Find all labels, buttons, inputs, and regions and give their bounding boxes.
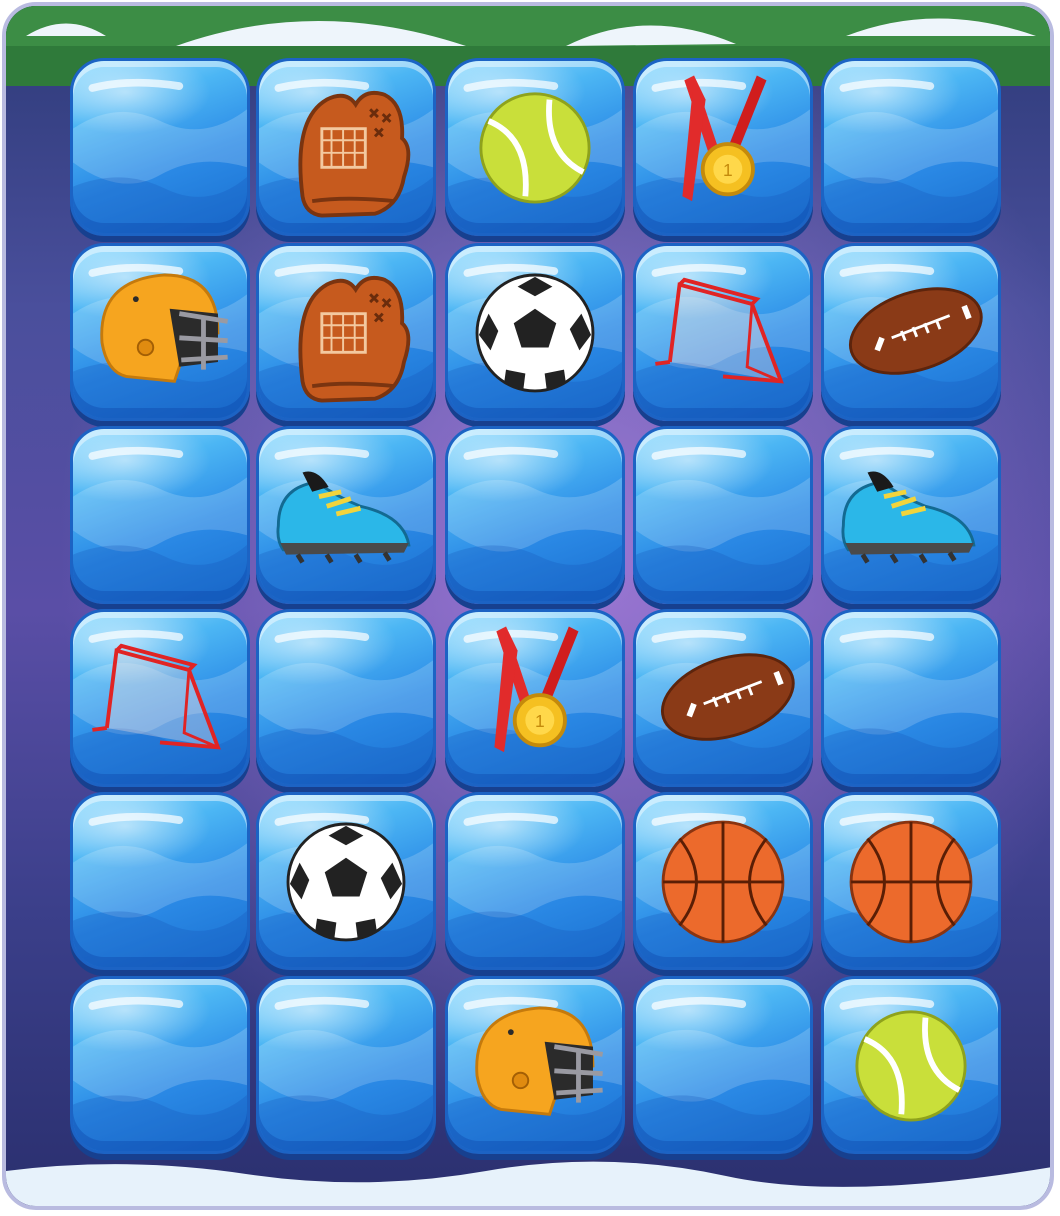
basketball-icon	[849, 820, 973, 944]
cleat-shoe-icon	[276, 471, 411, 564]
soccer-ball-icon	[286, 822, 406, 942]
tile-football-helmet[interactable]	[70, 243, 250, 421]
tile-american-football[interactable]	[633, 609, 813, 787]
tile-american-football[interactable]	[821, 243, 1001, 421]
tile-basketball[interactable]	[633, 792, 813, 970]
svg-text:1: 1	[723, 160, 733, 180]
tennis-ball-icon	[855, 1010, 967, 1122]
tennis-ball-icon	[479, 92, 591, 204]
tile-hidden[interactable]	[445, 426, 625, 604]
football-helmet-icon	[475, 1006, 604, 1116]
tile-hidden[interactable]	[633, 426, 813, 604]
tile-cleat-shoe[interactable]	[256, 426, 436, 604]
tile-baseball-glove[interactable]	[256, 243, 436, 421]
tile-hidden[interactable]	[70, 426, 250, 604]
tile-tennis-ball[interactable]	[445, 58, 625, 236]
tile-football-helmet[interactable]	[445, 976, 625, 1154]
soccer-ball-icon	[475, 273, 595, 393]
american-football-icon	[660, 653, 795, 741]
tile-hockey-goal[interactable]	[70, 609, 250, 787]
tile-soccer-ball[interactable]	[445, 243, 625, 421]
tile-hidden[interactable]	[70, 792, 250, 970]
cleat-shoe-icon	[841, 471, 976, 564]
tile-hidden[interactable]	[256, 609, 436, 787]
tile-soccer-ball[interactable]	[256, 792, 436, 970]
tile-hidden[interactable]	[821, 609, 1001, 787]
medal-icon: 1	[494, 626, 579, 753]
hockey-goal-icon	[655, 277, 784, 384]
tile-medal[interactable]: 1	[445, 609, 625, 787]
hockey-goal-icon	[92, 643, 221, 750]
tile-basketball[interactable]	[821, 792, 1001, 970]
tile-hidden[interactable]	[70, 976, 250, 1154]
tile-baseball-glove[interactable]	[256, 58, 436, 236]
tile-medal[interactable]: 1	[633, 58, 813, 236]
svg-text:1: 1	[535, 711, 545, 731]
tile-grid: 1 1	[6, 6, 1050, 1206]
football-helmet-icon	[100, 273, 229, 383]
american-football-icon	[848, 287, 983, 375]
tile-hidden[interactable]	[821, 58, 1001, 236]
tile-hidden[interactable]	[70, 58, 250, 236]
tile-hidden[interactable]	[256, 976, 436, 1154]
tile-tennis-ball[interactable]	[821, 976, 1001, 1154]
baseball-glove-icon	[298, 275, 411, 403]
tile-hidden[interactable]	[633, 976, 813, 1154]
basketball-icon	[661, 820, 785, 944]
tile-hockey-goal[interactable]	[633, 243, 813, 421]
medal-icon: 1	[682, 75, 767, 202]
game-frame: 1 1	[2, 2, 1054, 1210]
baseball-glove-icon	[298, 90, 411, 218]
tile-cleat-shoe[interactable]	[821, 426, 1001, 604]
tile-hidden[interactable]	[445, 792, 625, 970]
